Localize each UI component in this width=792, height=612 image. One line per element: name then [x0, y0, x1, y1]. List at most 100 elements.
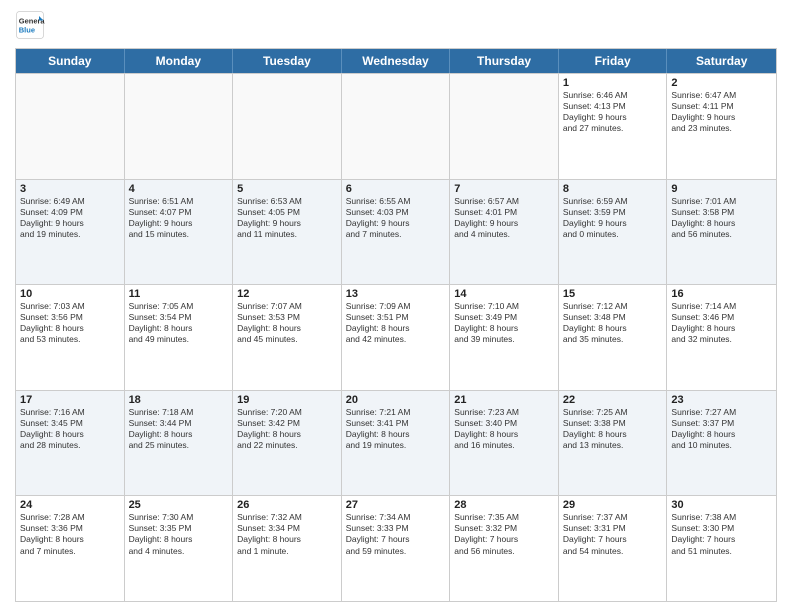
cal-cell-r3-c4: 21Sunrise: 7:23 AM Sunset: 3:40 PM Dayli…	[450, 391, 559, 496]
day-number: 2	[671, 77, 772, 89]
logo: General Blue	[15, 10, 49, 40]
day-info: Sunrise: 7:32 AM Sunset: 3:34 PM Dayligh…	[237, 512, 337, 556]
cal-cell-r1-c0: 3Sunrise: 6:49 AM Sunset: 4:09 PM Daylig…	[16, 180, 125, 285]
day-info: Sunrise: 7:25 AM Sunset: 3:38 PM Dayligh…	[563, 407, 663, 451]
day-number: 4	[129, 183, 229, 195]
day-info: Sunrise: 7:07 AM Sunset: 3:53 PM Dayligh…	[237, 301, 337, 345]
calendar-row-2: 3Sunrise: 6:49 AM Sunset: 4:09 PM Daylig…	[16, 179, 776, 285]
day-info: Sunrise: 6:49 AM Sunset: 4:09 PM Dayligh…	[20, 196, 120, 240]
day-info: Sunrise: 7:03 AM Sunset: 3:56 PM Dayligh…	[20, 301, 120, 345]
day-info: Sunrise: 7:12 AM Sunset: 3:48 PM Dayligh…	[563, 301, 663, 345]
svg-text:Blue: Blue	[19, 26, 35, 35]
day-number: 14	[454, 288, 554, 300]
weekday-header-saturday: Saturday	[667, 49, 776, 73]
day-info: Sunrise: 7:05 AM Sunset: 3:54 PM Dayligh…	[129, 301, 229, 345]
cal-cell-r3-c3: 20Sunrise: 7:21 AM Sunset: 3:41 PM Dayli…	[342, 391, 451, 496]
cal-cell-r0-c0	[16, 74, 125, 179]
calendar-row-3: 10Sunrise: 7:03 AM Sunset: 3:56 PM Dayli…	[16, 284, 776, 390]
weekday-header-sunday: Sunday	[16, 49, 125, 73]
day-number: 15	[563, 288, 663, 300]
day-number: 22	[563, 394, 663, 406]
day-number: 23	[671, 394, 772, 406]
day-info: Sunrise: 6:53 AM Sunset: 4:05 PM Dayligh…	[237, 196, 337, 240]
cal-cell-r4-c4: 28Sunrise: 7:35 AM Sunset: 3:32 PM Dayli…	[450, 496, 559, 601]
day-number: 8	[563, 183, 663, 195]
cal-cell-r3-c6: 23Sunrise: 7:27 AM Sunset: 3:37 PM Dayli…	[667, 391, 776, 496]
cal-cell-r2-c2: 12Sunrise: 7:07 AM Sunset: 3:53 PM Dayli…	[233, 285, 342, 390]
day-number: 30	[671, 499, 772, 511]
calendar-body: 1Sunrise: 6:46 AM Sunset: 4:13 PM Daylig…	[16, 73, 776, 601]
day-number: 21	[454, 394, 554, 406]
cal-cell-r3-c0: 17Sunrise: 7:16 AM Sunset: 3:45 PM Dayli…	[16, 391, 125, 496]
cal-cell-r1-c4: 7Sunrise: 6:57 AM Sunset: 4:01 PM Daylig…	[450, 180, 559, 285]
day-number: 9	[671, 183, 772, 195]
day-info: Sunrise: 7:14 AM Sunset: 3:46 PM Dayligh…	[671, 301, 772, 345]
cal-cell-r0-c3	[342, 74, 451, 179]
cal-cell-r1-c1: 4Sunrise: 6:51 AM Sunset: 4:07 PM Daylig…	[125, 180, 234, 285]
day-number: 18	[129, 394, 229, 406]
day-number: 13	[346, 288, 446, 300]
day-info: Sunrise: 6:51 AM Sunset: 4:07 PM Dayligh…	[129, 196, 229, 240]
day-number: 5	[237, 183, 337, 195]
day-info: Sunrise: 6:55 AM Sunset: 4:03 PM Dayligh…	[346, 196, 446, 240]
calendar-row-1: 1Sunrise: 6:46 AM Sunset: 4:13 PM Daylig…	[16, 73, 776, 179]
weekday-header-tuesday: Tuesday	[233, 49, 342, 73]
cal-cell-r0-c4	[450, 74, 559, 179]
cal-cell-r0-c1	[125, 74, 234, 179]
cal-cell-r2-c3: 13Sunrise: 7:09 AM Sunset: 3:51 PM Dayli…	[342, 285, 451, 390]
day-number: 16	[671, 288, 772, 300]
day-info: Sunrise: 7:30 AM Sunset: 3:35 PM Dayligh…	[129, 512, 229, 556]
cal-cell-r2-c4: 14Sunrise: 7:10 AM Sunset: 3:49 PM Dayli…	[450, 285, 559, 390]
cal-cell-r1-c3: 6Sunrise: 6:55 AM Sunset: 4:03 PM Daylig…	[342, 180, 451, 285]
day-info: Sunrise: 7:21 AM Sunset: 3:41 PM Dayligh…	[346, 407, 446, 451]
cal-cell-r1-c6: 9Sunrise: 7:01 AM Sunset: 3:58 PM Daylig…	[667, 180, 776, 285]
cal-cell-r0-c2	[233, 74, 342, 179]
day-info: Sunrise: 6:46 AM Sunset: 4:13 PM Dayligh…	[563, 90, 663, 134]
day-info: Sunrise: 7:20 AM Sunset: 3:42 PM Dayligh…	[237, 407, 337, 451]
day-info: Sunrise: 7:18 AM Sunset: 3:44 PM Dayligh…	[129, 407, 229, 451]
day-info: Sunrise: 7:16 AM Sunset: 3:45 PM Dayligh…	[20, 407, 120, 451]
cal-cell-r4-c5: 29Sunrise: 7:37 AM Sunset: 3:31 PM Dayli…	[559, 496, 668, 601]
cal-cell-r4-c2: 26Sunrise: 7:32 AM Sunset: 3:34 PM Dayli…	[233, 496, 342, 601]
day-number: 24	[20, 499, 120, 511]
day-number: 12	[237, 288, 337, 300]
cal-cell-r4-c0: 24Sunrise: 7:28 AM Sunset: 3:36 PM Dayli…	[16, 496, 125, 601]
day-number: 26	[237, 499, 337, 511]
calendar: SundayMondayTuesdayWednesdayThursdayFrid…	[15, 48, 777, 602]
day-number: 27	[346, 499, 446, 511]
day-info: Sunrise: 7:09 AM Sunset: 3:51 PM Dayligh…	[346, 301, 446, 345]
day-info: Sunrise: 7:34 AM Sunset: 3:33 PM Dayligh…	[346, 512, 446, 556]
calendar-row-5: 24Sunrise: 7:28 AM Sunset: 3:36 PM Dayli…	[16, 495, 776, 601]
weekday-header-thursday: Thursday	[450, 49, 559, 73]
svg-text:General: General	[19, 17, 45, 26]
cal-cell-r3-c2: 19Sunrise: 7:20 AM Sunset: 3:42 PM Dayli…	[233, 391, 342, 496]
day-info: Sunrise: 7:37 AM Sunset: 3:31 PM Dayligh…	[563, 512, 663, 556]
day-info: Sunrise: 7:35 AM Sunset: 3:32 PM Dayligh…	[454, 512, 554, 556]
calendar-header: SundayMondayTuesdayWednesdayThursdayFrid…	[16, 49, 776, 73]
day-number: 17	[20, 394, 120, 406]
cal-cell-r1-c2: 5Sunrise: 6:53 AM Sunset: 4:05 PM Daylig…	[233, 180, 342, 285]
day-number: 11	[129, 288, 229, 300]
cal-cell-r1-c5: 8Sunrise: 6:59 AM Sunset: 3:59 PM Daylig…	[559, 180, 668, 285]
day-number: 19	[237, 394, 337, 406]
cal-cell-r3-c5: 22Sunrise: 7:25 AM Sunset: 3:38 PM Dayli…	[559, 391, 668, 496]
day-info: Sunrise: 6:57 AM Sunset: 4:01 PM Dayligh…	[454, 196, 554, 240]
day-number: 28	[454, 499, 554, 511]
cal-cell-r2-c5: 15Sunrise: 7:12 AM Sunset: 3:48 PM Dayli…	[559, 285, 668, 390]
cal-cell-r4-c1: 25Sunrise: 7:30 AM Sunset: 3:35 PM Dayli…	[125, 496, 234, 601]
day-info: Sunrise: 7:28 AM Sunset: 3:36 PM Dayligh…	[20, 512, 120, 556]
cal-cell-r4-c6: 30Sunrise: 7:38 AM Sunset: 3:30 PM Dayli…	[667, 496, 776, 601]
cal-cell-r2-c6: 16Sunrise: 7:14 AM Sunset: 3:46 PM Dayli…	[667, 285, 776, 390]
day-number: 1	[563, 77, 663, 89]
weekday-header-friday: Friday	[559, 49, 668, 73]
day-info: Sunrise: 7:01 AM Sunset: 3:58 PM Dayligh…	[671, 196, 772, 240]
day-number: 25	[129, 499, 229, 511]
weekday-header-monday: Monday	[125, 49, 234, 73]
weekday-header-wednesday: Wednesday	[342, 49, 451, 73]
cal-cell-r0-c5: 1Sunrise: 6:46 AM Sunset: 4:13 PM Daylig…	[559, 74, 668, 179]
day-info: Sunrise: 6:59 AM Sunset: 3:59 PM Dayligh…	[563, 196, 663, 240]
cal-cell-r0-c6: 2Sunrise: 6:47 AM Sunset: 4:11 PM Daylig…	[667, 74, 776, 179]
day-number: 10	[20, 288, 120, 300]
cal-cell-r3-c1: 18Sunrise: 7:18 AM Sunset: 3:44 PM Dayli…	[125, 391, 234, 496]
day-number: 6	[346, 183, 446, 195]
